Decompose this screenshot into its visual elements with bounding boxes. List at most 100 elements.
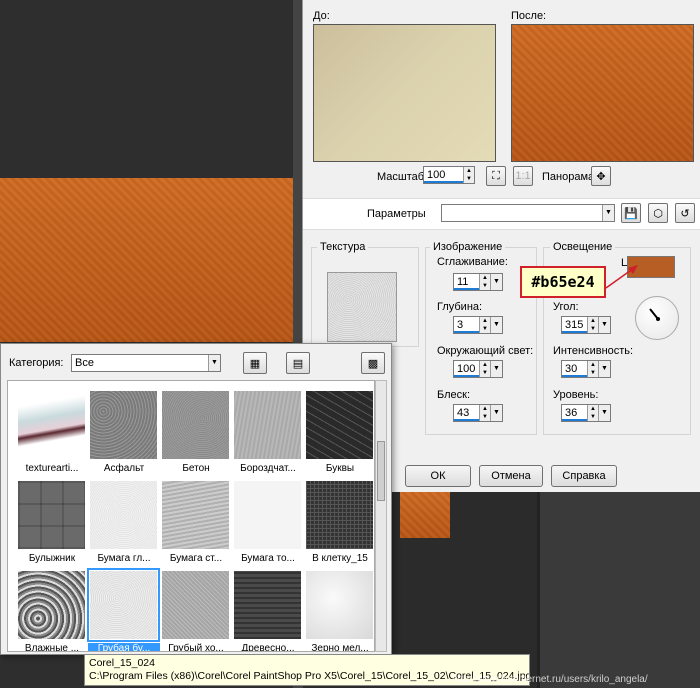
- texture-tile[interactable]: Грубый хо...: [160, 571, 232, 651]
- smoothing-stepper[interactable]: 11 ▲ ▼ ▼: [453, 273, 503, 291]
- scrollbar-thumb[interactable]: [377, 441, 385, 501]
- up-arrow-icon[interactable]: ▲: [480, 274, 490, 282]
- down-arrow-icon[interactable]: ▼: [480, 325, 490, 333]
- zoom-label: Масштаб:: [377, 171, 428, 183]
- texture-tile-label: Бороздчат...: [240, 463, 296, 474]
- zoom-stepper[interactable]: 100 ▲ ▼: [423, 166, 475, 184]
- texture-tile[interactable]: texturearti...: [16, 391, 88, 481]
- chevron-down-icon[interactable]: ▼: [490, 317, 502, 333]
- intensity-value[interactable]: 30: [562, 361, 587, 377]
- after-preview[interactable]: [511, 24, 694, 162]
- window-icon: ▦: [249, 357, 261, 370]
- actual-size-button[interactable]: 1:1: [513, 166, 533, 186]
- up-arrow-icon[interactable]: ▲: [480, 361, 490, 369]
- level-value[interactable]: 36: [562, 405, 587, 421]
- thumbnail-size-button[interactable]: ▩: [361, 352, 385, 374]
- down-arrow-icon[interactable]: ▼: [588, 369, 598, 377]
- chevron-down-icon[interactable]: ▼: [490, 274, 502, 290]
- open-folder-button[interactable]: ▤: [286, 352, 310, 374]
- chevron-down-icon[interactable]: ▼: [602, 205, 614, 221]
- cube-icon: ⬡: [653, 207, 663, 220]
- angle-value[interactable]: 315: [562, 317, 587, 333]
- help-button[interactable]: Справка: [551, 465, 617, 487]
- texture-tile-selected[interactable]: Грубая бу...: [87, 568, 160, 651]
- texture-thumb: [18, 481, 85, 549]
- dial-pointer-icon: [649, 308, 660, 321]
- ambient-value[interactable]: 100: [454, 361, 479, 377]
- before-preview[interactable]: [313, 24, 496, 162]
- pan-label: Панорама:: [542, 171, 598, 183]
- texture-tile[interactable]: Бумага ст...: [160, 481, 232, 571]
- texture-tile[interactable]: Булыжник: [16, 481, 88, 571]
- zoom-value[interactable]: 100: [424, 167, 463, 183]
- category-select[interactable]: Все ▼: [71, 354, 221, 372]
- params-value: [442, 205, 602, 221]
- chevron-down-icon[interactable]: ▼: [598, 317, 610, 333]
- up-arrow-icon[interactable]: ▲: [588, 405, 598, 413]
- up-arrow-icon[interactable]: ▲: [464, 167, 474, 175]
- params-select[interactable]: ▼: [441, 204, 615, 222]
- chevron-down-icon[interactable]: ▼: [598, 361, 610, 377]
- up-arrow-icon[interactable]: ▲: [588, 361, 598, 369]
- intensity-stepper[interactable]: 30 ▲ ▼ ▼: [561, 360, 611, 378]
- depth-stepper[interactable]: 3 ▲ ▼ ▼: [453, 316, 503, 334]
- texture-thumb: [87, 568, 160, 642]
- texture-tile[interactable]: В клетку_15: [304, 481, 374, 571]
- image-group-label: Изображение: [430, 241, 506, 253]
- texture-tile-label: В клетку_15: [312, 553, 368, 564]
- texture-tile[interactable]: Бумага гл...: [88, 481, 160, 571]
- texture-tile[interactable]: Древесно...: [232, 571, 304, 651]
- chevron-down-icon[interactable]: ▼: [490, 405, 502, 421]
- one-to-one-icon: 1:1: [515, 170, 531, 182]
- texture-tile[interactable]: Буквы: [304, 391, 374, 481]
- ok-button[interactable]: ОК: [405, 465, 471, 487]
- up-arrow-icon[interactable]: ▲: [480, 405, 490, 413]
- texture-thumb: [306, 481, 373, 549]
- down-arrow-icon[interactable]: ▼: [480, 413, 490, 421]
- texture-tile[interactable]: Асфальт: [88, 391, 160, 481]
- texture-swatch[interactable]: [327, 272, 397, 342]
- chevron-down-icon[interactable]: ▼: [598, 405, 610, 421]
- cancel-button[interactable]: Отмена: [479, 465, 543, 487]
- preset-options-button[interactable]: ⬡: [648, 203, 668, 223]
- down-arrow-icon[interactable]: ▼: [480, 282, 490, 290]
- grid-icon: ▩: [367, 357, 379, 370]
- texture-thumb: [234, 571, 301, 639]
- texture-tile[interactable]: Бетон: [160, 391, 232, 481]
- angle-dial[interactable]: [635, 296, 679, 340]
- pan-button[interactable]: ✥: [591, 166, 611, 186]
- texture-thumb: [90, 391, 157, 459]
- gloss-stepper[interactable]: 43 ▲ ▼ ▼: [453, 404, 503, 422]
- chevron-down-icon[interactable]: ▼: [208, 355, 220, 371]
- save-preset-button[interactable]: 💾: [621, 203, 641, 223]
- move-cross-icon: ✥: [596, 170, 606, 183]
- level-stepper[interactable]: 36 ▲ ▼ ▼: [561, 404, 611, 422]
- up-arrow-icon[interactable]: ▲: [480, 317, 490, 325]
- texture-tile[interactable]: Влажные ...: [16, 571, 88, 651]
- down-arrow-icon[interactable]: ▼: [464, 175, 474, 183]
- lighting-group-label: Освещение: [550, 241, 616, 253]
- texture-tile[interactable]: Бороздчат...: [232, 391, 304, 481]
- texture-tile[interactable]: Зерно мел...: [304, 571, 374, 651]
- chevron-down-icon[interactable]: ▼: [490, 361, 502, 377]
- gloss-value[interactable]: 43: [454, 405, 479, 421]
- texture-tile-label: Бумага гл...: [97, 553, 151, 564]
- texture-tile[interactable]: Бумага то...: [232, 481, 304, 571]
- angle-stepper[interactable]: 315 ▲ ▼ ▼: [561, 316, 611, 334]
- texture-thumb: [306, 571, 373, 639]
- smoothing-value[interactable]: 11: [454, 274, 479, 290]
- ambient-stepper[interactable]: 100 ▲ ▼ ▼: [453, 360, 503, 378]
- texture-thumb: [162, 391, 229, 459]
- fit-zoom-button[interactable]: ⛶: [486, 166, 506, 186]
- texture-tile-label: Булыжник: [28, 553, 76, 564]
- down-arrow-icon[interactable]: ▼: [588, 325, 598, 333]
- watermark: http://www.liveinternet.ru/users/krilo_a…: [452, 674, 648, 685]
- down-arrow-icon[interactable]: ▼: [588, 413, 598, 421]
- reset-preset-button[interactable]: ↺: [675, 203, 695, 223]
- grid-scrollbar[interactable]: [375, 380, 387, 652]
- depth-value[interactable]: 3: [454, 317, 479, 333]
- texture-thumb: [306, 391, 373, 459]
- view-mode-button[interactable]: ▦: [243, 352, 267, 374]
- up-arrow-icon[interactable]: ▲: [588, 317, 598, 325]
- down-arrow-icon[interactable]: ▼: [480, 369, 490, 377]
